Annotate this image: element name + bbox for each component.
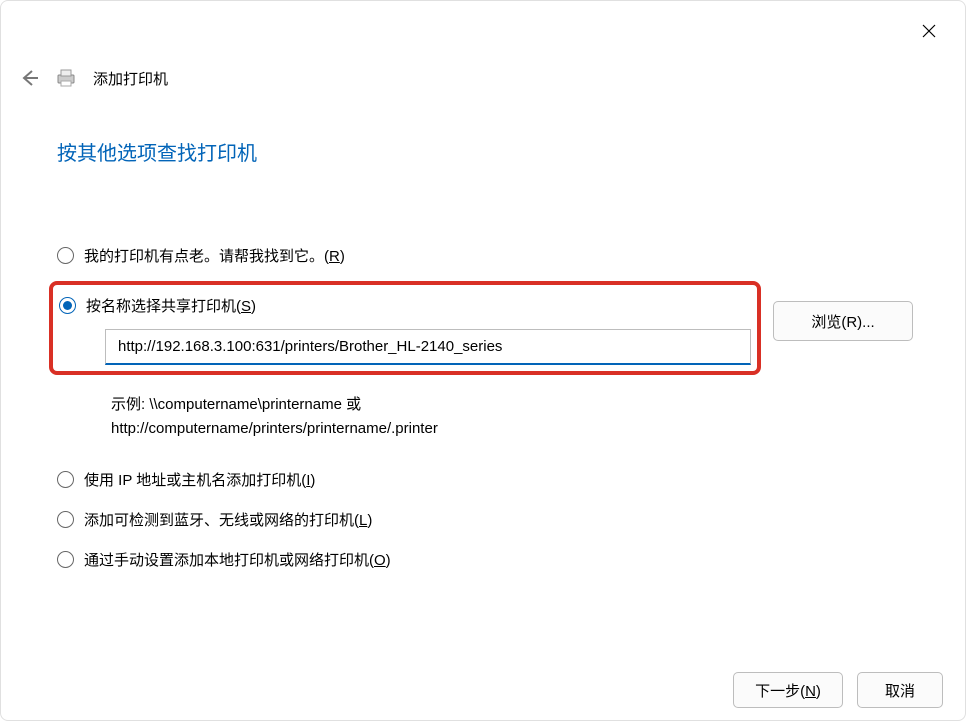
radio-icon	[57, 247, 74, 264]
cancel-button[interactable]: 取消	[857, 672, 943, 708]
highlight-box: 按名称选择共享打印机(S)	[49, 281, 761, 375]
back-button[interactable]	[17, 66, 41, 90]
radio-icon	[57, 471, 74, 488]
option-find-old[interactable]: 我的打印机有点老。请帮我找到它。(R)	[57, 241, 941, 269]
back-arrow-icon	[19, 68, 39, 88]
example-text: 示例: \\computername\printername 或 http://…	[111, 393, 941, 441]
printer-icon	[55, 68, 77, 88]
option-label: 按名称选择共享打印机(S)	[86, 295, 256, 316]
option-label: 添加可检测到蓝牙、无线或网络的打印机(L)	[84, 509, 372, 530]
window-title: 添加打印机	[93, 68, 168, 89]
next-button[interactable]: 下一步(N)	[733, 672, 843, 708]
option-bluetooth-wireless[interactable]: 添加可检测到蓝牙、无线或网络的打印机(L)	[57, 505, 941, 533]
radio-icon	[57, 551, 74, 568]
example-line: 示例: \\computername\printername 或	[111, 393, 941, 417]
shared-printer-input[interactable]	[105, 329, 751, 365]
option-label: 我的打印机有点老。请帮我找到它。(R)	[84, 245, 345, 266]
option-manual[interactable]: 通过手动设置添加本地打印机或网络打印机(O)	[57, 545, 941, 573]
radio-icon	[59, 297, 76, 314]
radio-icon	[57, 511, 74, 528]
options-group: 我的打印机有点老。请帮我找到它。(R) 按名称选择共享打印机(S) 浏览(R).…	[57, 241, 941, 585]
example-line: http://computername/printers/printername…	[111, 417, 941, 441]
option-tcpip[interactable]: 使用 IP 地址或主机名添加打印机(I)	[57, 465, 941, 493]
browse-button[interactable]: 浏览(R)...	[773, 301, 913, 341]
page-heading: 按其他选项查找打印机	[57, 137, 257, 166]
option-label: 通过手动设置添加本地打印机或网络打印机(O)	[84, 549, 391, 570]
close-button[interactable]	[913, 15, 945, 47]
option-label: 使用 IP 地址或主机名添加打印机(I)	[84, 469, 315, 490]
close-icon	[922, 24, 936, 38]
option-select-shared[interactable]: 按名称选择共享打印机(S)	[59, 291, 751, 319]
